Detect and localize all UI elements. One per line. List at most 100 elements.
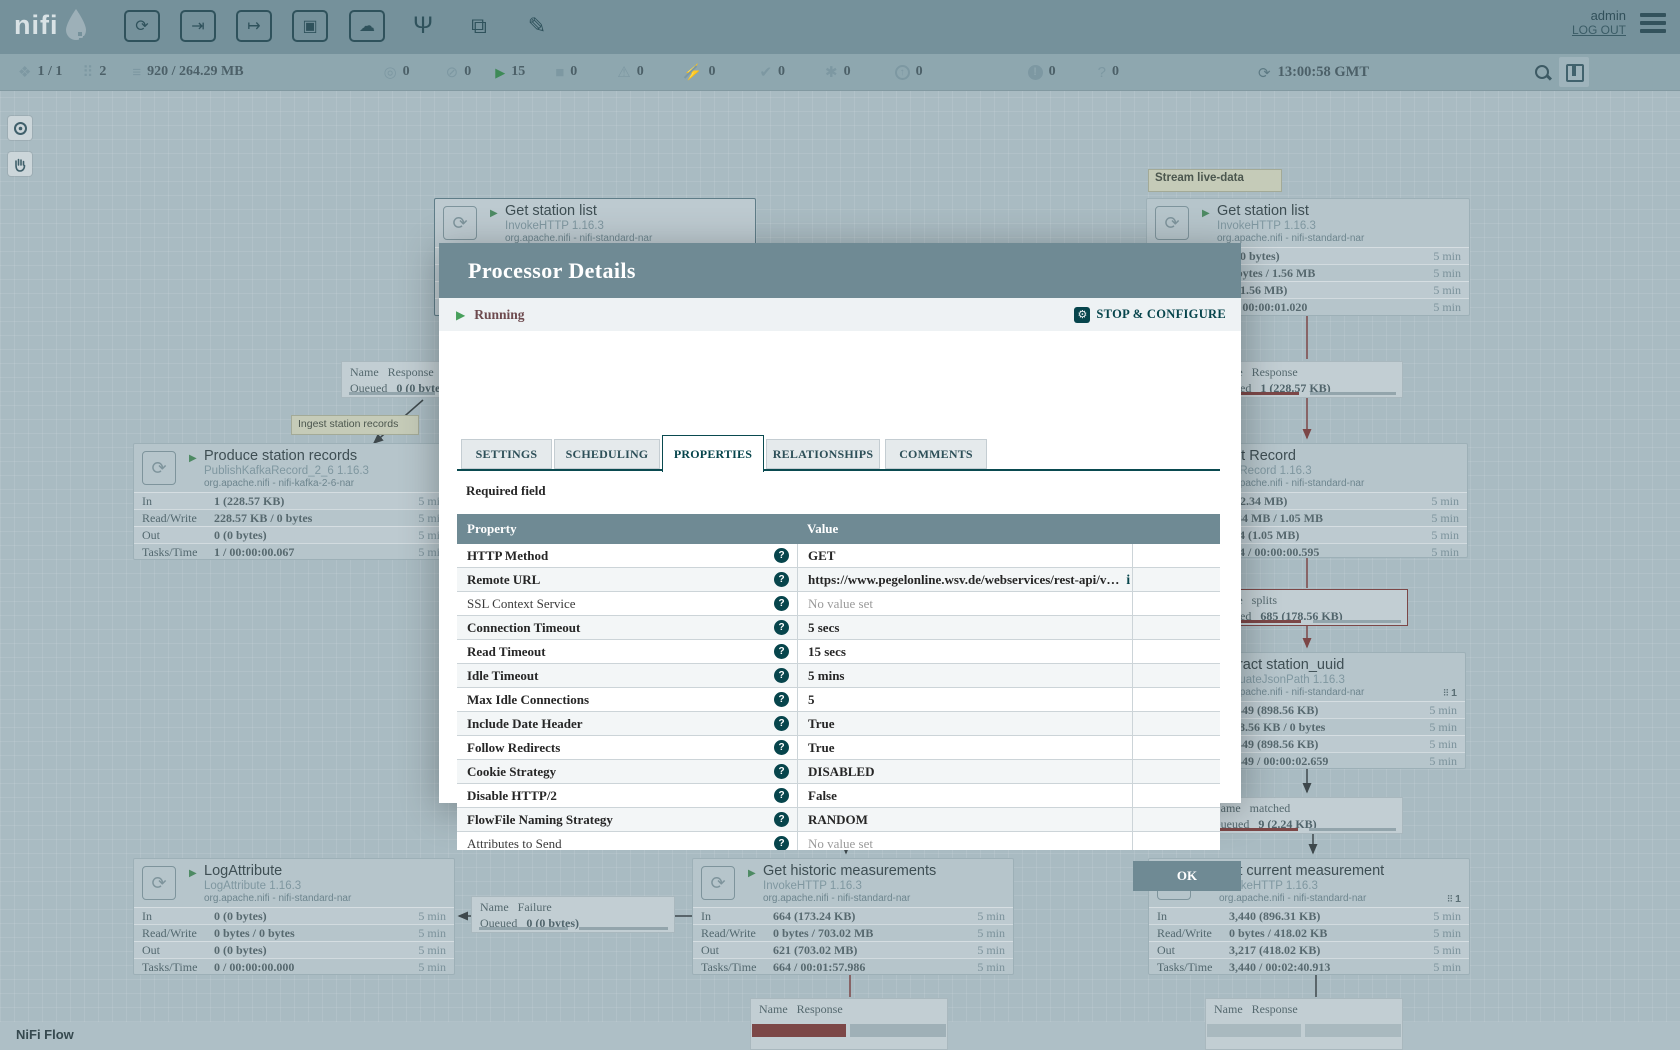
tab-settings[interactable]: SETTINGS	[461, 439, 552, 469]
property-value: 5 secs	[808, 620, 839, 636]
property-row: SSL Context Service ? No value set	[457, 592, 1220, 616]
running-status-icon: ▶	[189, 453, 197, 464]
pan-tool-button[interactable]	[8, 152, 32, 176]
property-row: Max Idle Connections ? 5	[457, 688, 1220, 712]
processor-stat-row: In664 (173.24 KB)5 min	[693, 907, 1013, 924]
property-row: Connection Timeout ? 5 secs	[457, 616, 1220, 640]
help-icon[interactable]: ?	[774, 548, 789, 563]
canvas-label-stream-live-data[interactable]: Stream live-data	[1148, 169, 1282, 192]
property-name: Cookie Strategy	[467, 764, 768, 780]
property-row: Cookie Strategy ? DISABLED	[457, 760, 1220, 784]
property-name: HTTP Method	[467, 548, 768, 564]
input-port-icon[interactable]: ⇥	[180, 10, 216, 42]
property-name: Connection Timeout	[467, 620, 768, 636]
panel-toggle-icon[interactable]	[1559, 57, 1589, 87]
ok-button[interactable]: OK	[1133, 861, 1241, 891]
processor-type: PublishKafkaRecord_2_6 1.16.3	[204, 465, 448, 478]
property-row: Disable HTTP/2 ? False	[457, 784, 1220, 808]
dialog-status-band: ▶ Running ⚙ STOP & CONFIGURE	[439, 298, 1241, 331]
processor-stat-row: Tasks/Time664 / 00:01:57.9865 min	[693, 958, 1013, 975]
help-icon[interactable]: ?	[774, 692, 789, 707]
running-icon: ▶	[495, 65, 505, 80]
remote-process-group-icon[interactable]: ☁	[349, 10, 385, 42]
help-icon[interactable]: ?	[774, 812, 789, 827]
property-value: 5 mins	[808, 668, 844, 684]
property-value: False	[808, 788, 837, 804]
processor-stat-row: Read/Write0 bytes / 703.02 MB5 min	[693, 924, 1013, 941]
status-item: ! 0	[1028, 64, 1056, 80]
help-icon[interactable]: ?	[774, 644, 789, 659]
tab-scheduling[interactable]: SCHEDULING	[554, 439, 660, 469]
processor-title: LogAttribute	[204, 863, 448, 880]
help-icon[interactable]: ?	[774, 716, 789, 731]
process-group-icon[interactable]: ▣	[292, 10, 328, 42]
processor-icon[interactable]: ⟳	[124, 10, 160, 42]
property-value: 15 secs	[808, 644, 846, 660]
stop-and-configure-button[interactable]: ⚙ STOP & CONFIGURE	[1074, 307, 1226, 323]
cluster-node-badge: ⠿1	[1443, 687, 1457, 699]
processor-title: Produce station records	[204, 448, 448, 465]
processor-bundle: org.apache.nifi - nifi-standard-nar	[763, 893, 1007, 905]
help-icon[interactable]: ?	[774, 596, 789, 611]
select-tool-button[interactable]	[8, 116, 32, 140]
running-status-icon: ▶	[490, 208, 498, 219]
help-icon[interactable]: ?	[774, 572, 789, 587]
value-column-header: Value	[797, 521, 838, 537]
processor-details-dialog: Processor Details ▶ Running ⚙ STOP & CON…	[439, 243, 1241, 803]
help-icon[interactable]: ?	[774, 740, 789, 755]
processor-log-attribute[interactable]: ⟳ ▶ LogAttribute LogAttribute 1.16.3 org…	[133, 858, 455, 975]
global-menu-icon[interactable]	[1640, 13, 1666, 33]
processor-bundle: org.apache.nifi - nifi-standard-nar	[204, 893, 448, 905]
processor-stat-row: Out621 (703.02 MB)5 min	[693, 941, 1013, 958]
invalid-icon: ⚠	[617, 65, 630, 80]
property-row: Follow Redirects ? True	[457, 736, 1220, 760]
processor-type-icon: ⟳	[701, 866, 735, 900]
label-icon[interactable]: ✎	[519, 10, 555, 42]
property-value: 5	[808, 692, 815, 708]
tab-relationships[interactable]: RELATIONSHIPS	[766, 439, 880, 469]
property-row: FlowFile Naming Strategy ? RANDOM	[457, 808, 1220, 832]
status-item: ⊘ 0	[446, 64, 472, 80]
property-row: Idle Timeout ? 5 mins	[457, 664, 1220, 688]
processor-bundle: org.apache.nifi - nifi-standard-nar	[1217, 478, 1461, 490]
help-icon[interactable]: ?	[774, 764, 789, 779]
status-item: ✱ 0	[825, 64, 851, 80]
backpressure-bar	[850, 1024, 946, 1037]
breadcrumb[interactable]: NiFi Flow	[16, 1027, 74, 1042]
property-value: GET	[808, 548, 835, 564]
tab-underline	[457, 469, 1220, 471]
search-icon[interactable]	[1534, 64, 1552, 82]
help-icon[interactable]: ?	[774, 620, 789, 635]
status-bar: ❖ 1 / 1 ⠿ 2 ≡ 920 / 264.29 MB ◎ 0 ⊘ 0 ▶ …	[0, 54, 1680, 91]
property-name: Disable HTTP/2	[467, 788, 768, 804]
connection-failure[interactable]: NameFailure Queued0 (0 bytes)	[471, 896, 675, 933]
grid-icon: ⠿	[1443, 688, 1450, 698]
status-item: ↑ 0	[895, 64, 923, 80]
processor-get-historic-measurements[interactable]: ⟳ ▶ Get historic measurements InvokeHTTP…	[692, 858, 1014, 975]
funnel-icon[interactable]: Ψ	[405, 10, 441, 42]
help-icon[interactable]: ?	[774, 788, 789, 803]
property-row: Read Timeout ? 15 secs	[457, 640, 1220, 664]
info-icon[interactable]: i	[1126, 572, 1130, 588]
logout-link[interactable]: LOG OUT	[1572, 23, 1626, 37]
canvas-label-ingest-station-records[interactable]: Ingest station records	[291, 415, 419, 435]
help-icon[interactable]: ?	[774, 836, 789, 850]
nifi-logo: nifi	[14, 8, 89, 44]
gear-icon: ⚙	[1074, 307, 1090, 323]
processor-type-icon: ⟳	[1155, 206, 1189, 240]
template-icon[interactable]: ⧉	[461, 10, 497, 42]
property-value: RANDOM	[808, 812, 868, 828]
property-value: No value set	[808, 596, 873, 612]
property-row: Attributes to Send ? No value set	[457, 832, 1220, 850]
processor-stat-row: In1 (228.57 KB)5 min	[134, 492, 454, 509]
help-icon[interactable]: ?	[774, 668, 789, 683]
output-port-icon[interactable]: ↦	[236, 10, 272, 42]
processor-produce-station-records[interactable]: ⟳ ▶ Produce station records PublishKafka…	[133, 443, 455, 560]
processor-stat-row: Tasks/Time3,440 / 00:02:40.9135 min	[1149, 958, 1469, 975]
processor-stat-row: Out0 (0 bytes)5 min	[134, 526, 454, 543]
property-row: Include Date Header ? True	[457, 712, 1220, 736]
tab-properties[interactable]: PROPERTIES	[662, 435, 764, 472]
refresh-status[interactable]: ⟳ 13:00:58 GMT	[1258, 54, 1369, 91]
disabled-icon: ⚡	[684, 65, 703, 80]
tab-comments[interactable]: COMMENTS	[885, 439, 987, 469]
